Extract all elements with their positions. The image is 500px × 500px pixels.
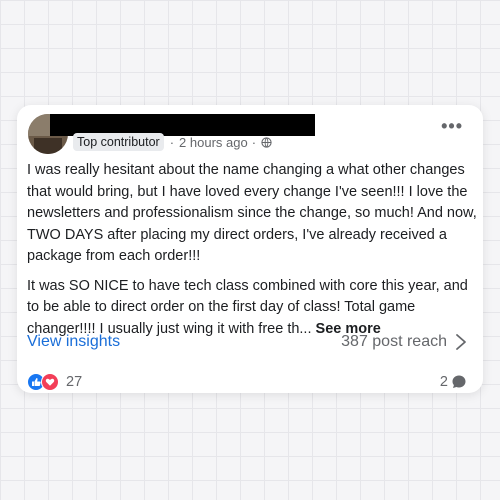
meta-separator-2: · (251, 134, 257, 150)
post-reach[interactable]: 387 post reach (341, 333, 467, 351)
reaction-count: 27 (66, 374, 83, 390)
post-time[interactable]: 2 hours ago (179, 135, 248, 150)
post-header: Top contributor · 2 hours ago · ••• (17, 105, 483, 155)
meta-separator: · (169, 134, 175, 150)
top-contributor-badge: Top contributor (73, 133, 164, 151)
comment-count[interactable]: 2 (440, 374, 467, 390)
chevron-right-icon (456, 334, 466, 350)
love-icon (41, 373, 59, 391)
post-meta: Top contributor · 2 hours ago · (73, 133, 272, 151)
reactions-row: 27 2 (27, 372, 467, 392)
post-body: I was really hesitant about the name cha… (27, 160, 477, 348)
post-paragraph-1: I was really hesitant about the name cha… (27, 162, 477, 264)
insights-row: View insights 387 post reach (27, 331, 467, 353)
more-icon[interactable]: ••• (441, 117, 463, 135)
post-card: Top contributor · 2 hours ago · ••• I wa… (17, 105, 483, 393)
view-insights-link[interactable]: View insights (27, 333, 120, 351)
post-paragraph-2-text: It was SO NICE to have tech class combin… (27, 277, 468, 337)
reaction-summary[interactable]: 27 (27, 373, 82, 391)
post-reach-text: 387 post reach (341, 333, 447, 350)
comment-icon (452, 375, 466, 388)
comment-count-text: 2 (439, 374, 448, 390)
globe-icon (261, 136, 272, 148)
